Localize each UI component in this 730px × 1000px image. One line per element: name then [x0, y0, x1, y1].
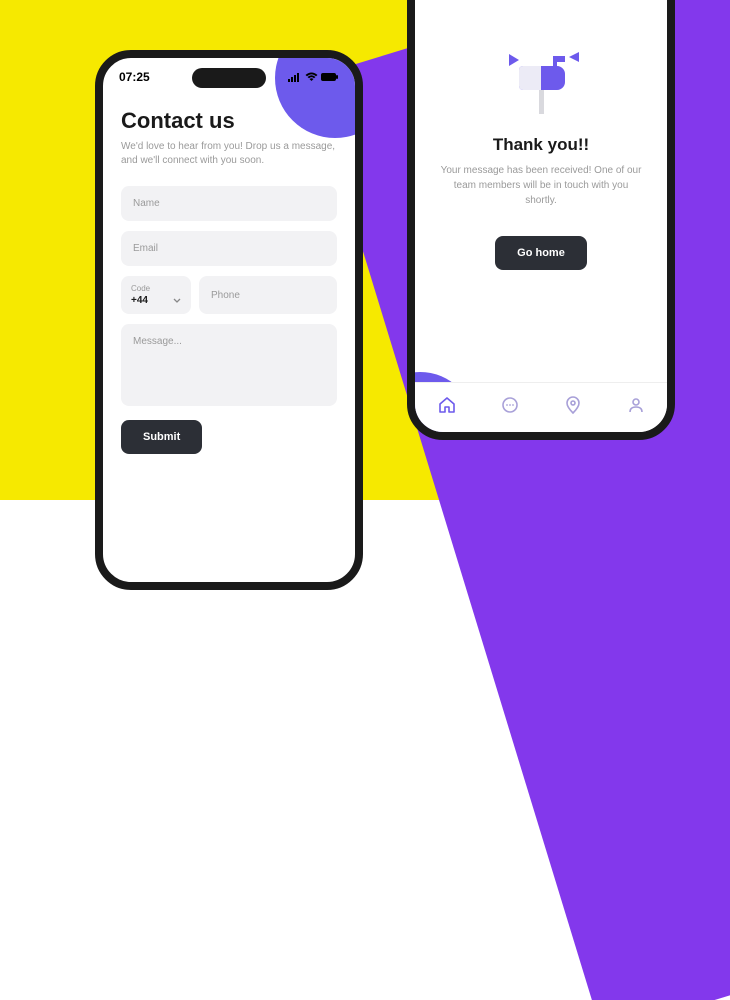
profile-icon: [626, 395, 646, 415]
thankyou-title: Thank you!!: [415, 135, 667, 155]
chevron-down-icon: [173, 298, 181, 303]
message-field[interactable]: Message...: [121, 324, 337, 406]
phone-notch: [192, 68, 266, 88]
country-code-select[interactable]: Code +44: [121, 276, 191, 314]
go-home-button[interactable]: Go home: [495, 236, 587, 270]
status-time: 07:25: [119, 70, 150, 84]
page-subtitle: We'd love to hear from you! Drop us a me…: [121, 140, 337, 168]
thankyou-screen: Thank you!! Your message has been receiv…: [415, 0, 667, 270]
code-value: +44: [131, 295, 148, 306]
tab-profile[interactable]: [626, 395, 646, 420]
tab-home[interactable]: [437, 395, 457, 420]
phone-frame-contact: 07:25 Contact us We'd love to hear from …: [95, 50, 363, 590]
signal-icon: [288, 72, 302, 82]
code-label: Code: [131, 284, 181, 293]
thankyou-subtitle: Your message has been received! One of o…: [415, 163, 667, 208]
home-icon: [437, 395, 457, 415]
phone-frame-thankyou: Thank you!! Your message has been receiv…: [407, 0, 675, 440]
submit-button[interactable]: Submit: [121, 420, 202, 454]
tab-chat[interactable]: [500, 395, 520, 420]
name-field[interactable]: Name: [121, 186, 337, 221]
battery-icon: [321, 72, 339, 82]
chat-icon: [500, 395, 520, 415]
location-icon: [563, 395, 583, 415]
tab-location[interactable]: [563, 395, 583, 420]
wifi-icon: [305, 72, 318, 82]
status-icons: [288, 72, 339, 82]
email-field[interactable]: Email: [121, 231, 337, 266]
phone-field[interactable]: Phone: [199, 276, 337, 314]
mailbox-icon: [501, 48, 581, 118]
tab-bar: [415, 382, 667, 432]
